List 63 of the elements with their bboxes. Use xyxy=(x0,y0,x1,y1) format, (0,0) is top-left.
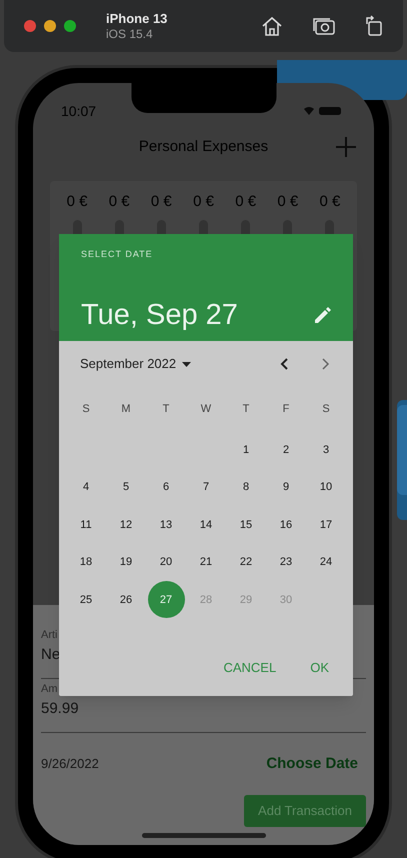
calendar-day[interactable]: 1 xyxy=(228,431,264,468)
bar-label: 0 € xyxy=(66,192,88,212)
minimize-window-button[interactable] xyxy=(44,20,56,32)
bar-label: 0 € xyxy=(108,192,130,212)
app-title: Personal Expenses xyxy=(138,136,268,157)
calendar-day[interactable]: 25 xyxy=(68,581,104,618)
calendar-day[interactable]: 6 xyxy=(148,468,184,506)
os-version: iOS 15.4 xyxy=(106,26,154,42)
calendar-day[interactable]: 27 xyxy=(148,581,184,618)
header-date: Tue, Sep 27 xyxy=(81,298,238,332)
pencil-icon[interactable] xyxy=(315,306,331,322)
calendar-day[interactable]: 8 xyxy=(228,468,264,506)
device-name: iPhone 13 xyxy=(106,10,168,26)
calendar-day[interactable]: 12 xyxy=(108,506,144,544)
field-value: Ne xyxy=(41,644,62,664)
bar-label: 0 € xyxy=(235,192,256,212)
calendar-day[interactable]: 26 xyxy=(108,581,144,618)
calendar-day[interactable]: 16 xyxy=(268,506,304,544)
calendar-day[interactable]: 18 xyxy=(68,544,104,581)
calendar-day[interactable]: 14 xyxy=(188,506,224,544)
weekday-label: T xyxy=(162,402,170,417)
calendar-day[interactable]: 20 xyxy=(148,544,184,581)
weekday-label: W xyxy=(200,402,212,417)
calendar-day[interactable]: 10 xyxy=(308,468,344,506)
bar-label: 0 € xyxy=(277,192,298,212)
field-label: Arti xyxy=(41,628,58,643)
calendar-day[interactable]: 13 xyxy=(148,506,184,544)
calendar-day[interactable]: 19 xyxy=(108,544,144,581)
caret-icon xyxy=(182,362,192,366)
calendar-day[interactable]: 23 xyxy=(268,544,304,581)
calendar-day[interactable]: 11 xyxy=(68,506,104,544)
weekday-label: S xyxy=(81,402,91,417)
close-window-button[interactable] xyxy=(24,20,36,32)
bar-label: 0 € xyxy=(319,192,340,212)
calendar-day[interactable]: 3 xyxy=(308,431,344,468)
calendar-day[interactable]: 9 xyxy=(268,468,304,506)
rotate-icon[interactable] xyxy=(365,15,383,37)
weekday-label: S xyxy=(321,402,331,417)
field-value: 59.99 xyxy=(41,698,80,718)
field-label: Am xyxy=(41,682,58,697)
weekday-label: T xyxy=(242,402,250,417)
calendar-day[interactable]: 5 xyxy=(108,468,144,506)
calendar-day[interactable]: 21 xyxy=(188,544,224,581)
bar-label: 0 € xyxy=(150,192,172,212)
weekday-label: F xyxy=(282,402,290,417)
zoom-window-button[interactable] xyxy=(64,20,76,32)
calendar-day[interactable]: 17 xyxy=(308,506,344,544)
previous-month-icon[interactable] xyxy=(280,358,288,370)
camera-icon[interactable] xyxy=(313,16,335,36)
dialog-header-label: SELECT DATE xyxy=(81,248,154,261)
calendar-day[interactable]: 15 xyxy=(228,506,264,544)
calendar-day[interactable]: 2 xyxy=(268,431,304,468)
calendar-day[interactable]: 4 xyxy=(68,468,104,506)
bar-label: 0 € xyxy=(193,192,214,212)
home-icon[interactable] xyxy=(261,16,283,36)
calendar-day[interactable]: 24 xyxy=(308,544,344,581)
calendar-day[interactable]: 7 xyxy=(188,468,224,506)
month-year-dropdown[interactable]: September 2022 xyxy=(80,354,192,374)
selected-date: 9/26/2022 xyxy=(41,755,99,774)
status-time: 10:07 xyxy=(61,102,96,120)
calendar-day[interactable]: 22 xyxy=(228,544,264,581)
weekday-label: M xyxy=(120,402,132,417)
next-month-icon[interactable] xyxy=(322,358,330,370)
